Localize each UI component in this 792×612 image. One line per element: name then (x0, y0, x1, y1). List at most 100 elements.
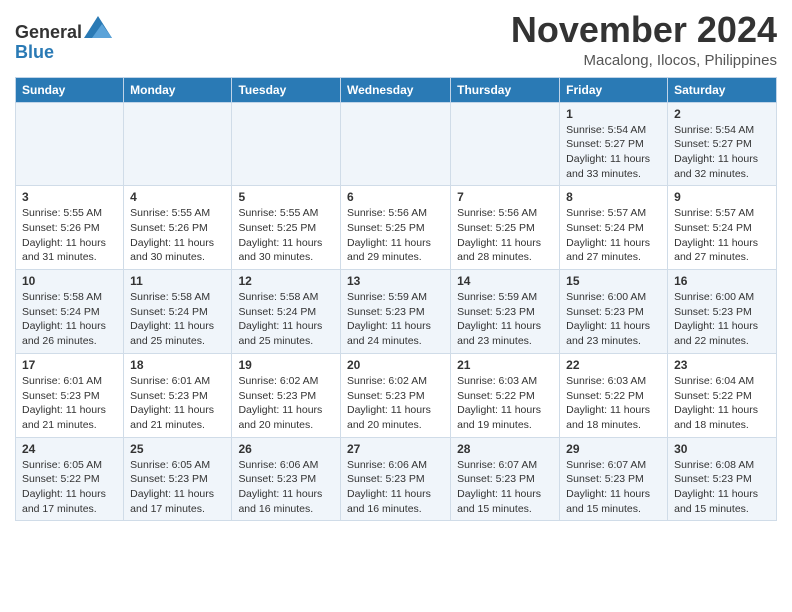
calendar-cell: 6Sunrise: 5:56 AMSunset: 5:25 PMDaylight… (340, 186, 450, 270)
day-info: Sunrise: 6:01 AMSunset: 5:23 PMDaylight:… (22, 374, 117, 433)
day-number: 30 (674, 442, 770, 456)
day-info: Sunrise: 6:03 AMSunset: 5:22 PMDaylight:… (566, 374, 661, 433)
day-number: 3 (22, 190, 117, 204)
calendar-cell (232, 102, 341, 186)
day-number: 28 (457, 442, 553, 456)
day-number: 20 (347, 358, 444, 372)
logo-icon (84, 16, 112, 38)
calendar-cell: 7Sunrise: 5:56 AMSunset: 5:25 PMDaylight… (451, 186, 560, 270)
day-number: 5 (238, 190, 334, 204)
calendar-cell (124, 102, 232, 186)
calendar-cell: 29 Sunrise: 6:07 AMSunset: 5:23 PMDayligh… (560, 437, 668, 521)
calendar-cell: 8 Sunrise: 5:57 AMSunset: 5:24 PMDaylight… (560, 186, 668, 270)
day-info: Sunrise: 6:06 AMSunset: 5:23 PMDaylight:… (238, 458, 334, 517)
calendar-week-row: 3 Sunrise: 5:55 AMSunset: 5:26 PMDaylight… (16, 186, 777, 270)
col-header-monday: Monday (124, 77, 232, 102)
calendar-cell: 22 Sunrise: 6:03 AMSunset: 5:22 PMDayligh… (560, 353, 668, 437)
day-info: Sunrise: 5:58 AMSunset: 5:24 PMDaylight:… (22, 290, 117, 349)
calendar-cell: 30 Sunrise: 6:08 AMSunset: 5:23 PMDayligh… (668, 437, 777, 521)
calendar-cell: 5 Sunrise: 5:55 AMSunset: 5:25 PMDaylight… (232, 186, 341, 270)
day-number: 22 (566, 358, 661, 372)
day-info: Sunrise: 5:57 AMSunset: 5:24 PMDaylight:… (566, 206, 661, 265)
calendar-cell: 16 Sunrise: 6:00 AMSunset: 5:23 PMDayligh… (668, 270, 777, 354)
calendar-cell: 21 Sunrise: 6:03 AMSunset: 5:22 PMDayligh… (451, 353, 560, 437)
calendar-cell: 3Sunrise: 5:55 AMSunset: 5:26 PMDaylight… (16, 186, 124, 270)
calendar-cell: 18 Sunrise: 6:01 AMSunset: 5:23 PMDayligh… (124, 353, 232, 437)
col-header-thursday: Thursday (451, 77, 560, 102)
header: General Blue November 2024 Macalong, Ilo… (15, 10, 777, 69)
day-info: Sunrise: 6:00 AMSunset: 5:23 PMDaylight:… (674, 290, 770, 349)
page: General Blue November 2024 Macalong, Ilo… (0, 0, 792, 536)
day-info: Sunrise: 6:07 AMSunset: 5:23 PMDaylight:… (566, 458, 661, 517)
calendar-header-row: SundayMondayTuesdayWednesdayThursdayFrid… (16, 77, 777, 102)
calendar-cell: 12 Sunrise: 5:58 AMSunset: 5:24 PMDayligh… (232, 270, 341, 354)
calendar-cell (451, 102, 560, 186)
logo: General Blue (15, 16, 112, 63)
calendar-cell: 4 Sunrise: 5:55 AMSunset: 5:26 PMDaylight… (124, 186, 232, 270)
calendar-cell: 17Sunrise: 6:01 AMSunset: 5:23 PMDayligh… (16, 353, 124, 437)
calendar-cell (340, 102, 450, 186)
day-number: 14 (457, 274, 553, 288)
col-header-wednesday: Wednesday (340, 77, 450, 102)
calendar-table: SundayMondayTuesdayWednesdayThursdayFrid… (15, 77, 777, 522)
calendar-cell: 1 Sunrise: 5:54 AMSunset: 5:27 PMDaylight… (560, 102, 668, 186)
title-area: November 2024 Macalong, Ilocos, Philippi… (511, 10, 777, 69)
calendar-cell: 11 Sunrise: 5:58 AMSunset: 5:24 PMDayligh… (124, 270, 232, 354)
day-number: 29 (566, 442, 661, 456)
day-info: Sunrise: 5:55 AMSunset: 5:25 PMDaylight:… (238, 206, 334, 265)
day-number: 11 (130, 274, 225, 288)
day-info: Sunrise: 6:08 AMSunset: 5:23 PMDaylight:… (674, 458, 770, 517)
calendar-cell: 14 Sunrise: 5:59 AMSunset: 5:23 PMDayligh… (451, 270, 560, 354)
day-number: 13 (347, 274, 444, 288)
day-info: Sunrise: 5:55 AMSunset: 5:26 PMDaylight:… (130, 206, 225, 265)
calendar-week-row: 24Sunrise: 6:05 AMSunset: 5:22 PMDayligh… (16, 437, 777, 521)
day-info: Sunrise: 5:58 AMSunset: 5:24 PMDaylight:… (130, 290, 225, 349)
day-number: 18 (130, 358, 225, 372)
day-number: 27 (347, 442, 444, 456)
day-number: 8 (566, 190, 661, 204)
calendar-cell: 19 Sunrise: 6:02 AMSunset: 5:23 PMDayligh… (232, 353, 341, 437)
day-info: Sunrise: 6:05 AMSunset: 5:22 PMDaylight:… (22, 458, 117, 517)
day-info: Sunrise: 5:59 AMSunset: 5:23 PMDaylight:… (457, 290, 553, 349)
day-number: 10 (22, 274, 117, 288)
calendar-cell (16, 102, 124, 186)
day-info: Sunrise: 6:02 AMSunset: 5:23 PMDaylight:… (238, 374, 334, 433)
day-number: 1 (566, 107, 661, 121)
day-info: Sunrise: 6:04 AMSunset: 5:22 PMDaylight:… (674, 374, 770, 433)
day-info: Sunrise: 6:00 AMSunset: 5:23 PMDaylight:… (566, 290, 661, 349)
location-subtitle: Macalong, Ilocos, Philippines (511, 52, 777, 69)
calendar-cell: 2 Sunrise: 5:54 AMSunset: 5:27 PMDaylight… (668, 102, 777, 186)
day-info: Sunrise: 5:59 AMSunset: 5:23 PMDaylight:… (347, 290, 444, 349)
day-number: 21 (457, 358, 553, 372)
col-header-sunday: Sunday (16, 77, 124, 102)
day-number: 6 (347, 190, 444, 204)
day-number: 9 (674, 190, 770, 204)
calendar-week-row: 17Sunrise: 6:01 AMSunset: 5:23 PMDayligh… (16, 353, 777, 437)
day-number: 26 (238, 442, 334, 456)
calendar-cell: 28 Sunrise: 6:07 AMSunset: 5:23 PMDayligh… (451, 437, 560, 521)
day-info: Sunrise: 5:58 AMSunset: 5:24 PMDaylight:… (238, 290, 334, 349)
day-info: Sunrise: 5:54 AMSunset: 5:27 PMDaylight:… (674, 123, 770, 182)
day-info: Sunrise: 5:57 AMSunset: 5:24 PMDaylight:… (674, 206, 770, 265)
calendar-cell: 27 Sunrise: 6:06 AMSunset: 5:23 PMDayligh… (340, 437, 450, 521)
calendar-cell: 15Sunrise: 6:00 AMSunset: 5:23 PMDayligh… (560, 270, 668, 354)
day-info: Sunrise: 6:02 AMSunset: 5:23 PMDaylight:… (347, 374, 444, 433)
day-number: 19 (238, 358, 334, 372)
day-number: 16 (674, 274, 770, 288)
calendar-cell: 24Sunrise: 6:05 AMSunset: 5:22 PMDayligh… (16, 437, 124, 521)
day-info: Sunrise: 5:54 AMSunset: 5:27 PMDaylight:… (566, 123, 661, 182)
day-number: 12 (238, 274, 334, 288)
calendar-cell: 25Sunrise: 6:05 AMSunset: 5:23 PMDayligh… (124, 437, 232, 521)
day-number: 4 (130, 190, 225, 204)
day-info: Sunrise: 6:03 AMSunset: 5:22 PMDaylight:… (457, 374, 553, 433)
day-info: Sunrise: 6:07 AMSunset: 5:23 PMDaylight:… (457, 458, 553, 517)
day-info: Sunrise: 6:06 AMSunset: 5:23 PMDaylight:… (347, 458, 444, 517)
col-header-tuesday: Tuesday (232, 77, 341, 102)
day-info: Sunrise: 6:01 AMSunset: 5:23 PMDaylight:… (130, 374, 225, 433)
col-header-saturday: Saturday (668, 77, 777, 102)
calendar-week-row: 1 Sunrise: 5:54 AMSunset: 5:27 PMDaylight… (16, 102, 777, 186)
calendar-cell: 20 Sunrise: 6:02 AMSunset: 5:23 PMDayligh… (340, 353, 450, 437)
day-number: 2 (674, 107, 770, 121)
day-info: Sunrise: 6:05 AMSunset: 5:23 PMDaylight:… (130, 458, 225, 517)
calendar-cell: 23Sunrise: 6:04 AMSunset: 5:22 PMDayligh… (668, 353, 777, 437)
